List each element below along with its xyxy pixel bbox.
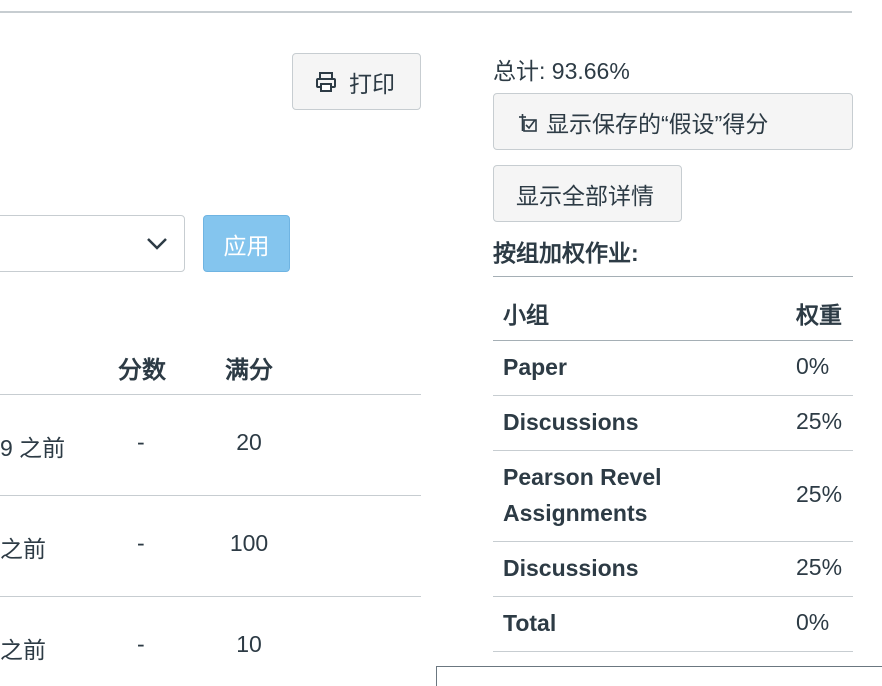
weights-table-divider [493,340,853,341]
points-possible: 100 [229,530,269,556]
weights-row-divider [493,541,853,542]
weights-row-divider [493,450,853,451]
score-value: - [137,631,145,657]
bottom-panel [436,666,882,686]
due-date: 之前 [0,637,46,663]
due-date: 之前 [0,536,46,562]
sort-select[interactable] [0,215,185,272]
total-grade: 总计: 93.66% [493,58,630,84]
group-name: Discussions [503,409,639,435]
weights-row-divider [493,395,853,396]
weights-table-divider [493,276,853,277]
weighted-groups-title: 按组加权作业: [493,240,639,266]
group-name: Paper [503,354,567,380]
column-header-out-of: 满分 [225,357,273,384]
points-possible: 20 [236,429,262,455]
column-header-group: 小组 [503,302,549,328]
table-divider [0,394,421,395]
checklist-icon [519,113,537,132]
group-name: Total [503,610,557,636]
chevron-down-icon [147,238,167,250]
group-name: Discussions [503,555,639,581]
apply-button[interactable]: 应用 [203,215,290,272]
score-value: - [137,530,145,556]
table-divider [0,596,421,597]
table-divider [0,495,421,496]
grades-page: 打印 应用 分数 满分 9 之前 - 20 之前 - 100 之前 - 10 总… [0,0,882,686]
print-label: 打印 [349,70,395,97]
group-weight: 0% [796,353,830,379]
group-name: Pearson Revel Assignments [503,464,662,526]
group-weight: 25% [796,408,843,434]
group-weight: 25% [796,481,843,507]
show-whatif-label: 显示保存的“假设”得分 [546,110,769,137]
weights-row-divider [493,596,853,597]
group-weight: 0% [796,609,830,635]
weights-row-divider [493,651,853,652]
due-date: 9 之前 [0,435,66,461]
column-header-score: 分数 [118,357,166,384]
show-whatif-scores-button[interactable]: 显示保存的“假设”得分 [493,93,853,150]
print-button[interactable]: 打印 [292,53,421,110]
score-value: - [137,429,145,455]
top-divider [0,11,852,13]
points-possible: 10 [236,631,262,657]
printer-icon [316,71,336,92]
show-all-details-button[interactable]: 显示全部详情 [493,165,682,222]
group-weight: 25% [796,554,843,580]
column-header-weight: 权重 [796,302,842,328]
